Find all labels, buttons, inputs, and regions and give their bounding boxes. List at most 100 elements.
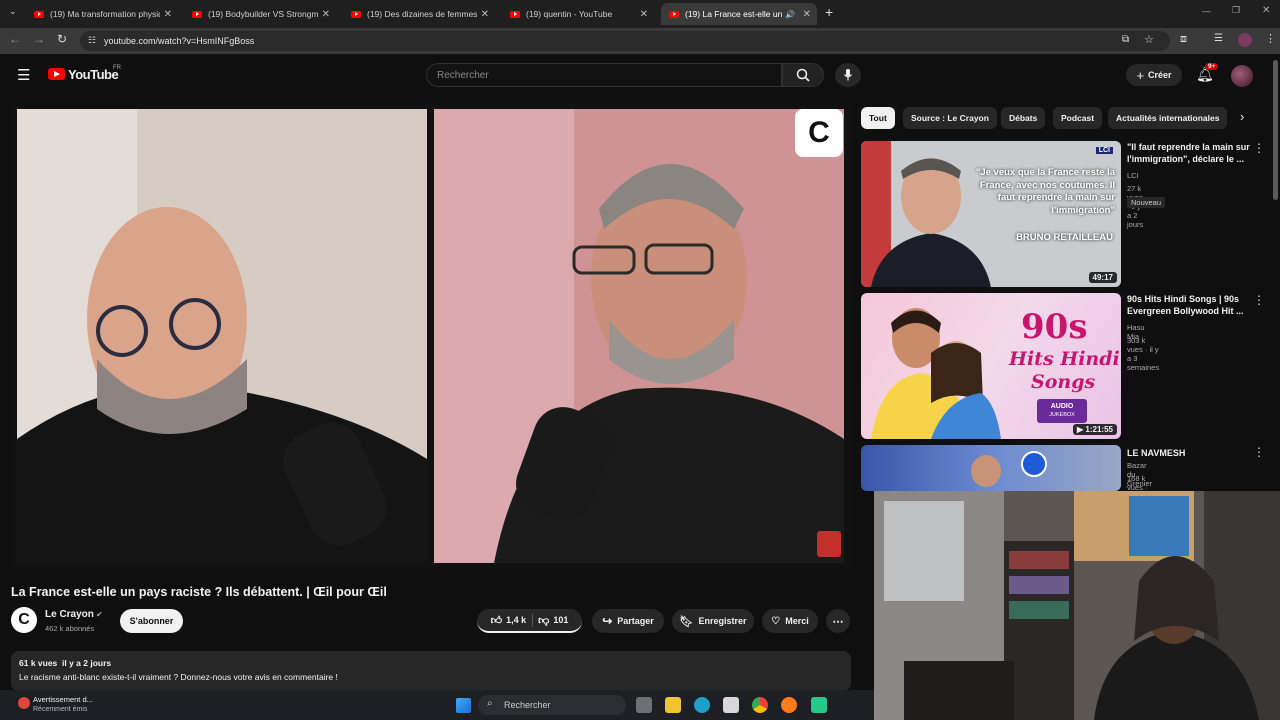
back-icon[interactable]: ← xyxy=(9,32,21,46)
firefox-icon[interactable] xyxy=(781,697,797,713)
thumbnail-subtitle-2: Songs xyxy=(1031,371,1096,393)
recommendation-thumbnail[interactable]: 90s Hits Hindi Songs AUDIO JUKEBOX ▶︎ 1:… xyxy=(861,293,1121,439)
save-button[interactable]: 🔖︎ Enregistrer xyxy=(672,609,754,633)
chat-app-icon[interactable] xyxy=(811,697,827,713)
chip-podcast[interactable]: Podcast xyxy=(1053,107,1103,129)
recommendation-item[interactable]: LE NAVMESH Bazar du Grenier 168 k vues ·… xyxy=(861,445,1265,510)
description-box[interactable]: 61 k vues il y a 2 jours Le racisme anti… xyxy=(11,651,851,691)
restore-icon[interactable]: ❐ xyxy=(1232,5,1240,16)
bookmark-star-icon[interactable]: ☆ xyxy=(1144,33,1154,46)
search-button[interactable] xyxy=(782,63,824,87)
subscribe-watermark-icon[interactable] xyxy=(817,531,841,557)
right-speaker-figure xyxy=(434,109,844,563)
url-field[interactable]: ☷ youtube.com/watch?v=HsmINFgBoss ⧉ ☆ xyxy=(80,31,1170,51)
browser-tab[interactable]: (19) Ma transformation physiq ✕ xyxy=(26,3,178,25)
recommendation-item[interactable]: 90s Hits Hindi Songs AUDIO JUKEBOX ▶︎ 1:… xyxy=(861,293,1265,439)
thumbnail-quote: "Je veux que la France reste la France, … xyxy=(975,167,1115,216)
recommendation-thumbnail[interactable] xyxy=(861,445,1121,491)
recommendation-channel[interactable]: LCI xyxy=(1127,171,1139,180)
thumbnail-subtitle-1: Hits Hindi xyxy=(1009,348,1120,370)
tab-search-icon[interactable]: ☰ xyxy=(1214,33,1223,44)
page-scrollbar[interactable] xyxy=(1273,60,1278,200)
search-input[interactable]: Rechercher xyxy=(426,63,782,87)
recommendation-title[interactable]: 90s Hits Hindi Songs | 90s Evergreen Bol… xyxy=(1127,293,1251,317)
recommendation-menu-icon[interactable]: ⋮ xyxy=(1253,141,1265,155)
taskbar-search-icon: ⌕ xyxy=(487,698,493,709)
youtube-logo-text[interactable]: YouTube xyxy=(68,67,119,82)
new-tab-icon[interactable]: + xyxy=(825,4,833,20)
warning-notification-icon[interactable] xyxy=(18,697,30,709)
create-button[interactable]: + Créer xyxy=(1126,64,1182,86)
subscribe-button[interactable]: S'abonner xyxy=(120,609,183,633)
share-button[interactable]: ↪ Partager xyxy=(592,609,664,633)
edge-browser-icon[interactable] xyxy=(694,697,710,713)
verified-icon: ✔ xyxy=(96,610,103,619)
youtube-favicon-icon xyxy=(34,10,44,18)
recommendation-item[interactable]: LCI "Je veux que la France reste la Fran… xyxy=(861,141,1265,287)
chips-next-arrow-icon[interactable]: › xyxy=(1240,109,1244,124)
profile-icon[interactable] xyxy=(1238,33,1252,47)
task-view-icon[interactable] xyxy=(636,697,652,713)
recommendation-title[interactable]: LE NAVMESH xyxy=(1127,447,1251,459)
voice-search-button[interactable] xyxy=(835,63,861,87)
channel-watermark-logo[interactable]: C xyxy=(795,109,843,157)
dislike-button[interactable]: 👎︎ 101 xyxy=(538,614,568,627)
forward-icon[interactable]: → xyxy=(33,32,45,46)
browser-tab[interactable]: (19) Des dizaines de femmes vo ✕ xyxy=(343,3,495,25)
thumbs-down-icon: 👎︎ xyxy=(538,614,550,627)
file-explorer-icon[interactable] xyxy=(665,697,681,713)
youtube-favicon-icon xyxy=(669,10,679,18)
close-tab-icon[interactable]: ✕ xyxy=(640,9,648,20)
browser-menu-icon[interactable]: ⋮ xyxy=(1265,32,1276,45)
notification-title[interactable]: Avertissement d... xyxy=(33,695,93,704)
store-icon[interactable] xyxy=(723,697,739,713)
recommendation-title[interactable]: "Il faut reprendre la main sur l'immigra… xyxy=(1127,141,1251,165)
reload-icon[interactable]: ↻ xyxy=(57,32,67,46)
chip-all[interactable]: Tout xyxy=(861,107,895,129)
recommendation-menu-icon[interactable]: ⋮ xyxy=(1253,445,1265,459)
site-info-icon[interactable]: ☷ xyxy=(88,35,96,46)
browser-tab[interactable]: (19) Bodybuilder VS Strongman ✕ xyxy=(184,3,336,25)
channel-avatar[interactable]: C xyxy=(11,607,37,633)
video-duration: ▶︎ 1:21:55 xyxy=(1073,424,1117,435)
video-title: La France est-elle un pays raciste ? Ils… xyxy=(11,585,387,599)
close-tab-icon[interactable]: ✕ xyxy=(803,9,811,20)
youtube-favicon-icon xyxy=(192,10,202,18)
microphone-icon xyxy=(844,69,852,81)
thumbnail-name: BRUNO RETAILLEAU xyxy=(1016,232,1113,243)
like-button[interactable]: 👍︎ 1,4 k xyxy=(491,613,534,627)
tab-list-chevron-icon[interactable]: ⌄ xyxy=(9,6,17,17)
recommendation-menu-icon[interactable]: ⋮ xyxy=(1253,293,1265,307)
close-tab-icon[interactable]: ✕ xyxy=(164,9,172,20)
close-tab-icon[interactable]: ✕ xyxy=(481,9,489,20)
le-crayon-logo-icon: C xyxy=(808,116,830,149)
start-windows-icon[interactable] xyxy=(456,698,471,713)
youtube-logo-icon[interactable] xyxy=(48,68,65,80)
taskbar-search[interactable]: ⌕ Rechercher xyxy=(478,695,626,715)
tab-audio-icon[interactable]: 🔊 xyxy=(785,10,795,19)
browser-tab-active[interactable]: (19) La France est-elle un pa 🔊 ✕ xyxy=(661,3,817,25)
recommendation-thumbnail[interactable]: LCI "Je veux que la France reste la Fran… xyxy=(861,141,1121,287)
channel-name[interactable]: Le Crayon xyxy=(45,609,94,620)
subscriber-count: 462 k abonnés xyxy=(45,624,95,633)
hamburger-menu-icon[interactable]: ☰ xyxy=(17,66,30,84)
more-actions-button[interactable]: ⋯ xyxy=(826,609,850,633)
notification-count-badge: 9+ xyxy=(1205,63,1219,70)
browser-tab[interactable]: (19) quentin - YouTube ✕ xyxy=(502,3,654,25)
close-tab-icon[interactable]: ✕ xyxy=(322,9,330,20)
extensions-icon[interactable]: ⧈ xyxy=(1180,33,1187,46)
streamer-room-figure xyxy=(874,491,1280,720)
minimize-icon[interactable]: — xyxy=(1202,6,1211,16)
thanks-button[interactable]: ♡ Merci xyxy=(762,609,818,633)
description-text: Le racisme anti-blanc existe-t-il vraime… xyxy=(19,672,338,682)
close-window-icon[interactable]: ✕ xyxy=(1262,5,1270,16)
video-duration: 49:17 xyxy=(1088,272,1117,283)
chrome-icon[interactable] xyxy=(752,697,768,713)
chip-international-news[interactable]: Actualités internationales xyxy=(1108,107,1228,129)
chip-source[interactable]: Source : Le Crayon xyxy=(903,107,997,129)
cast-icon[interactable]: ⧉ xyxy=(1122,34,1129,45)
chip-debates[interactable]: Débats xyxy=(1001,107,1046,129)
thumbnail-big-text: 90s xyxy=(1021,307,1088,347)
video-player[interactable]: C xyxy=(11,103,851,569)
account-avatar[interactable] xyxy=(1231,65,1253,87)
